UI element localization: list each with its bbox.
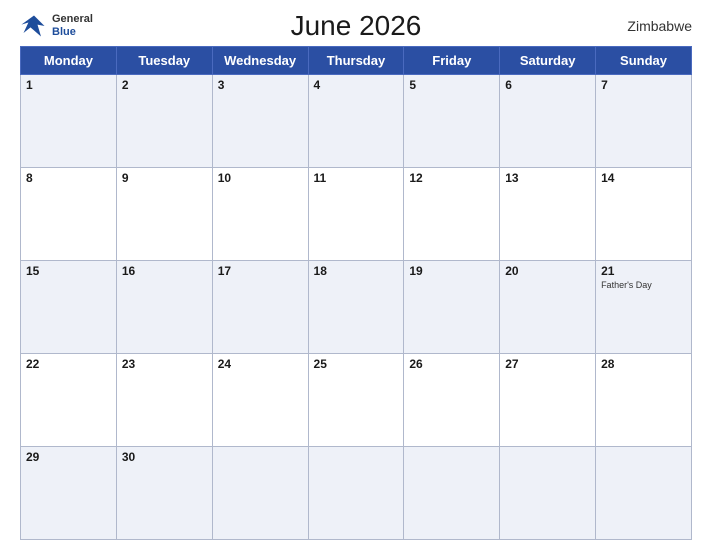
- calendar-day-cell: [212, 447, 308, 540]
- weekday-header: Friday: [404, 47, 500, 75]
- day-number: 2: [122, 78, 207, 92]
- calendar-day-cell: 5: [404, 75, 500, 168]
- calendar-day-cell: 23: [116, 354, 212, 447]
- day-number: 29: [26, 450, 111, 464]
- day-number: 27: [505, 357, 590, 371]
- calendar-week-row: 1234567: [21, 75, 692, 168]
- calendar-day-cell: 30: [116, 447, 212, 540]
- calendar-day-cell: 20: [500, 261, 596, 354]
- calendar-week-row: 22 23 24 25 26 27 28: [21, 354, 692, 447]
- day-number: 10: [218, 171, 303, 185]
- day-number: 14: [601, 171, 686, 185]
- calendar-day-cell: 28: [596, 354, 692, 447]
- calendar-day-cell: 1: [21, 75, 117, 168]
- day-number: 16: [122, 264, 207, 278]
- calendar-day-cell: 12: [404, 168, 500, 261]
- calendar-day-cell: 17: [212, 261, 308, 354]
- calendar-day-cell: 9: [116, 168, 212, 261]
- day-number: 9: [122, 171, 207, 185]
- calendar-day-cell: [596, 447, 692, 540]
- weekday-header: Sunday: [596, 47, 692, 75]
- day-number: 18: [314, 264, 399, 278]
- day-number: 20: [505, 264, 590, 278]
- calendar-day-cell: 26: [404, 354, 500, 447]
- calendar-day-cell: 24: [212, 354, 308, 447]
- calendar-day-cell: 18: [308, 261, 404, 354]
- country-label: Zimbabwe: [627, 18, 692, 34]
- calendar-week-row: 89 10 11 12 13 14: [21, 168, 692, 261]
- calendar-day-cell: 16: [116, 261, 212, 354]
- logo-bird-icon: [20, 12, 48, 40]
- calendar-day-cell: 22: [21, 354, 117, 447]
- logo: General Blue: [20, 12, 93, 40]
- calendar-day-cell: 3: [212, 75, 308, 168]
- day-number: 21: [601, 264, 686, 278]
- calendar-header: General Blue June 2026 Zimbabwe: [20, 10, 692, 42]
- calendar-table: MondayTuesdayWednesdayThursdayFridaySatu…: [20, 46, 692, 540]
- calendar-day-cell: 8: [21, 168, 117, 261]
- calendar-day-cell: 25: [308, 354, 404, 447]
- day-number: 22: [26, 357, 111, 371]
- day-number: 24: [218, 357, 303, 371]
- weekday-header-row: MondayTuesdayWednesdayThursdayFridaySatu…: [21, 47, 692, 75]
- day-number: 5: [409, 78, 494, 92]
- calendar-day-cell: 4: [308, 75, 404, 168]
- day-number: 13: [505, 171, 590, 185]
- calendar-day-cell: 7: [596, 75, 692, 168]
- weekday-header: Monday: [21, 47, 117, 75]
- calendar-day-cell: 6: [500, 75, 596, 168]
- calendar-day-cell: 10: [212, 168, 308, 261]
- day-number: 30: [122, 450, 207, 464]
- day-number: 1: [26, 78, 111, 92]
- day-number: 3: [218, 78, 303, 92]
- day-number: 15: [26, 264, 111, 278]
- day-number: 28: [601, 357, 686, 371]
- weekday-header: Thursday: [308, 47, 404, 75]
- page-title: June 2026: [291, 10, 422, 42]
- day-number: 17: [218, 264, 303, 278]
- calendar-day-cell: [500, 447, 596, 540]
- weekday-header: Wednesday: [212, 47, 308, 75]
- day-number: 11: [314, 171, 399, 185]
- day-number: 12: [409, 171, 494, 185]
- calendar-day-cell: 14: [596, 168, 692, 261]
- day-event: Father's Day: [601, 280, 686, 290]
- day-number: 4: [314, 78, 399, 92]
- calendar-day-cell: [404, 447, 500, 540]
- calendar-week-row: 15 16 17 18 19 20 21 Father's Day: [21, 261, 692, 354]
- calendar-day-cell: 11: [308, 168, 404, 261]
- calendar-day-cell: 29: [21, 447, 117, 540]
- day-number: 26: [409, 357, 494, 371]
- calendar-day-cell: 19: [404, 261, 500, 354]
- day-number: 8: [26, 171, 111, 185]
- calendar-day-cell: 15: [21, 261, 117, 354]
- day-number: 25: [314, 357, 399, 371]
- day-number: 23: [122, 357, 207, 371]
- day-number: 19: [409, 264, 494, 278]
- calendar-day-cell: 21 Father's Day: [596, 261, 692, 354]
- calendar-week-row: 29 30: [21, 447, 692, 540]
- weekday-header: Tuesday: [116, 47, 212, 75]
- day-number: 6: [505, 78, 590, 92]
- calendar-day-cell: 2: [116, 75, 212, 168]
- calendar-day-cell: 13: [500, 168, 596, 261]
- calendar-day-cell: [308, 447, 404, 540]
- calendar-day-cell: 27: [500, 354, 596, 447]
- logo-text: General Blue: [52, 13, 93, 39]
- weekday-header: Saturday: [500, 47, 596, 75]
- day-number: 7: [601, 78, 686, 92]
